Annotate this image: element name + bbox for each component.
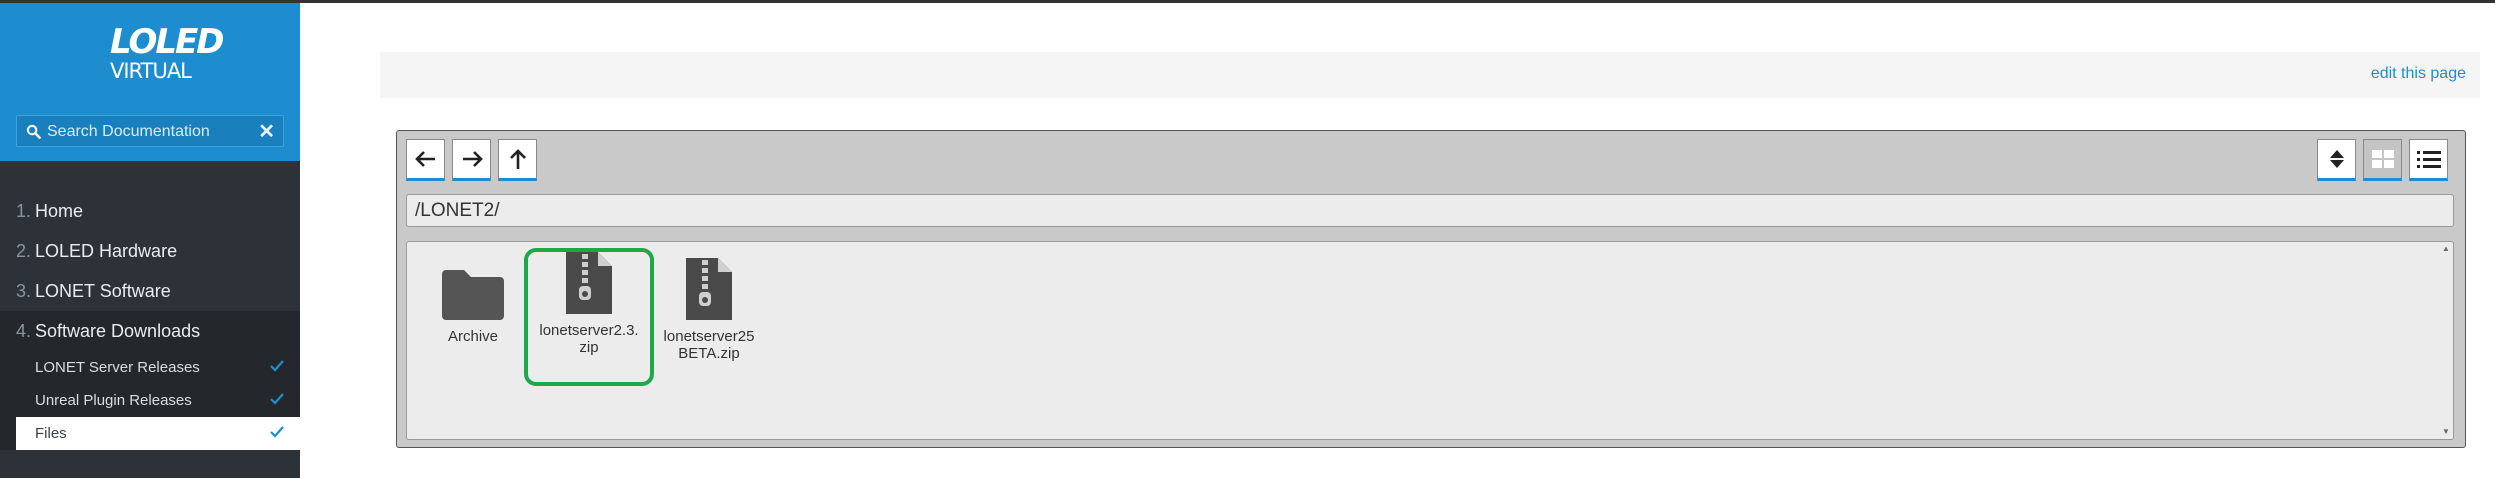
sidebar-nav: 1. Home 2. LOLED Hardware 3. LONET Softw… xyxy=(0,191,300,450)
sidebar-header: LOLED VIRTUAL ✕ xyxy=(0,3,300,161)
grid-view-button[interactable] xyxy=(2363,139,2402,181)
arrow-up-icon xyxy=(509,149,526,169)
file-name-line2: BETA.zip xyxy=(678,345,740,362)
search-icon xyxy=(26,124,41,139)
file-item-lonetserver25beta-zip[interactable]: lonetserver25 BETA.zip xyxy=(644,252,774,362)
edit-bar: edit this page xyxy=(380,52,2480,98)
search-input[interactable] xyxy=(47,120,257,144)
nav-number: 2. xyxy=(16,240,32,261)
sort-button[interactable] xyxy=(2317,139,2356,181)
sidebar-item-label: LOLED Hardware xyxy=(35,240,178,261)
up-button[interactable] xyxy=(498,139,537,181)
search-box: ✕ xyxy=(16,115,284,147)
sidebar-subitem-label: Unreal Plugin Releases xyxy=(35,392,192,409)
arrow-right-icon xyxy=(462,151,483,167)
file-list-area: ▲ ▼ Archive lonetserver2.3. zip lonetser… xyxy=(406,241,2454,440)
path-bar[interactable]: /LONET2/ xyxy=(406,194,2454,227)
sidebar-subitem-label: LONET Server Releases xyxy=(35,359,200,376)
sidebar-subnav: LONET Server Releases Unreal Plugin Rele… xyxy=(0,351,300,450)
list-view-icon xyxy=(2416,151,2441,168)
sidebar-subitem-lonet-server-releases[interactable]: LONET Server Releases xyxy=(0,351,300,384)
checkmark-icon xyxy=(270,393,284,405)
file-item-archive[interactable]: Archive xyxy=(408,252,538,345)
file-name-line1: lonetserver25 xyxy=(663,328,755,345)
folder-icon xyxy=(442,270,504,320)
sidebar: LOLED VIRTUAL ✕ 1. Home 2. LOLED Hardwar… xyxy=(0,3,300,478)
back-button[interactable] xyxy=(406,139,445,181)
brand-logo[interactable]: LOLED VIRTUAL xyxy=(110,22,224,83)
nav-number: 3. xyxy=(16,280,32,301)
file-item-lonetserver2-3-zip[interactable]: lonetserver2.3. zip xyxy=(524,248,654,386)
sidebar-item-loled-hardware[interactable]: 2. LOLED Hardware xyxy=(0,231,300,271)
nav-number: 4. xyxy=(16,320,32,341)
sidebar-subitem-files[interactable]: Files xyxy=(16,417,300,450)
sidebar-item-label: LONET Software xyxy=(35,280,171,301)
file-manager: /LONET2/ ▲ ▼ Archive lonetserver2.3. zip… xyxy=(396,130,2466,448)
checkmark-icon xyxy=(270,360,284,372)
zip-file-icon xyxy=(686,258,732,320)
file-name-line2: zip xyxy=(579,339,599,356)
checkmark-icon xyxy=(270,426,284,438)
grid-view-icon xyxy=(2371,150,2394,168)
sidebar-item-software-downloads[interactable]: 4. Software Downloads xyxy=(0,311,300,351)
file-name: Archive xyxy=(447,328,499,345)
file-name-line1: lonetserver2.3. xyxy=(539,322,639,339)
clear-search-icon[interactable]: ✕ xyxy=(258,120,275,144)
edit-page-link[interactable]: edit this page xyxy=(2371,65,2466,83)
scroll-down-icon[interactable]: ▼ xyxy=(2442,428,2450,436)
forward-button[interactable] xyxy=(452,139,491,181)
scroll-up-icon[interactable]: ▲ xyxy=(2442,245,2450,253)
list-view-button[interactable] xyxy=(2409,139,2448,181)
top-border xyxy=(0,0,2495,3)
nav-number: 1. xyxy=(16,200,32,221)
zip-file-icon xyxy=(566,252,612,314)
sidebar-subitem-label: Files xyxy=(35,425,67,442)
sidebar-item-lonet-software[interactable]: 3. LONET Software xyxy=(0,271,300,311)
sidebar-item-label: Home xyxy=(35,200,84,221)
arrow-left-icon xyxy=(414,151,435,167)
sidebar-item-home[interactable]: 1. Home xyxy=(0,191,300,231)
sidebar-subitem-unreal-plugin-releases[interactable]: Unreal Plugin Releases xyxy=(0,384,300,417)
brand-line2: VIRTUAL xyxy=(110,59,192,83)
sidebar-item-label: Software Downloads xyxy=(35,320,201,341)
brand-line1: LOLED xyxy=(110,22,224,62)
sort-icon xyxy=(2329,150,2344,168)
